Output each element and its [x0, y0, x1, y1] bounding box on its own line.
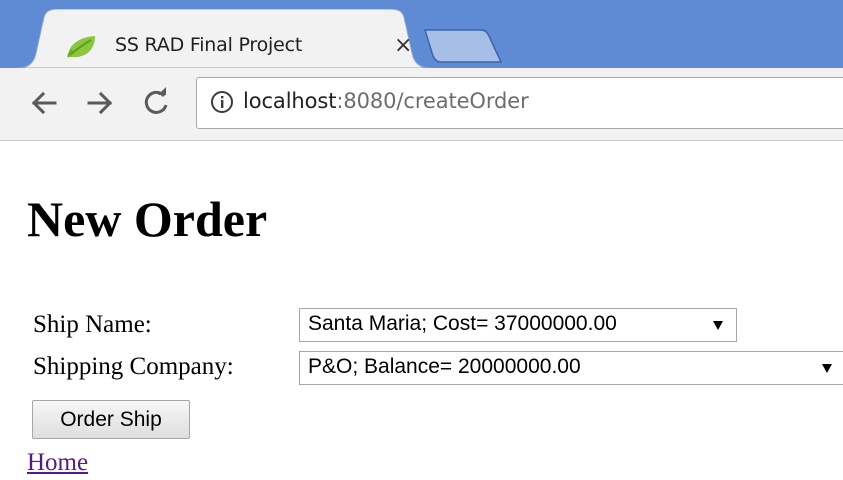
- url-host: localhost: [243, 89, 337, 113]
- dropdown-arrow-icon: [822, 364, 832, 373]
- home-link[interactable]: Home: [27, 449, 88, 477]
- tab-close-icon[interactable]: ×: [394, 33, 412, 59]
- order-ship-button[interactable]: Order Ship: [32, 400, 190, 439]
- address-url: localhost:8080/createOrder: [243, 89, 529, 113]
- shipping-company-select[interactable]: P&O; Balance= 20000000.00: [299, 351, 843, 385]
- browser-tab-strip: SS RAD Final Project ×: [0, 0, 843, 68]
- ship-name-selected-value: Santa Maria; Cost= 37000000.00: [308, 312, 617, 335]
- forward-arrow-icon[interactable]: [83, 86, 117, 120]
- page-content: New Order Ship Name: Santa Maria; Cost= …: [0, 141, 843, 480]
- ship-name-select[interactable]: Santa Maria; Cost= 37000000.00: [299, 308, 737, 342]
- back-arrow-icon[interactable]: [27, 86, 61, 120]
- reload-icon[interactable]: [139, 86, 173, 120]
- shipping-company-selected-value: P&O; Balance= 20000000.00: [308, 355, 581, 378]
- url-path: :8080/createOrder: [336, 89, 529, 113]
- browser-toolbar: localhost:8080/createOrder: [0, 68, 843, 141]
- spring-leaf-icon: [66, 34, 98, 60]
- ship-name-label: Ship Name:: [33, 311, 152, 338]
- info-icon[interactable]: [210, 90, 234, 114]
- new-tab-button[interactable]: [423, 26, 505, 66]
- shipping-company-label: Shipping Company:: [33, 353, 234, 380]
- address-bar[interactable]: localhost:8080/createOrder: [196, 77, 843, 129]
- tab-title: SS RAD Final Project: [115, 34, 303, 56]
- page-title: New Order: [27, 191, 268, 247]
- dropdown-arrow-icon: [713, 321, 723, 330]
- browser-tab-active[interactable]: SS RAD Final Project ×: [18, 9, 430, 68]
